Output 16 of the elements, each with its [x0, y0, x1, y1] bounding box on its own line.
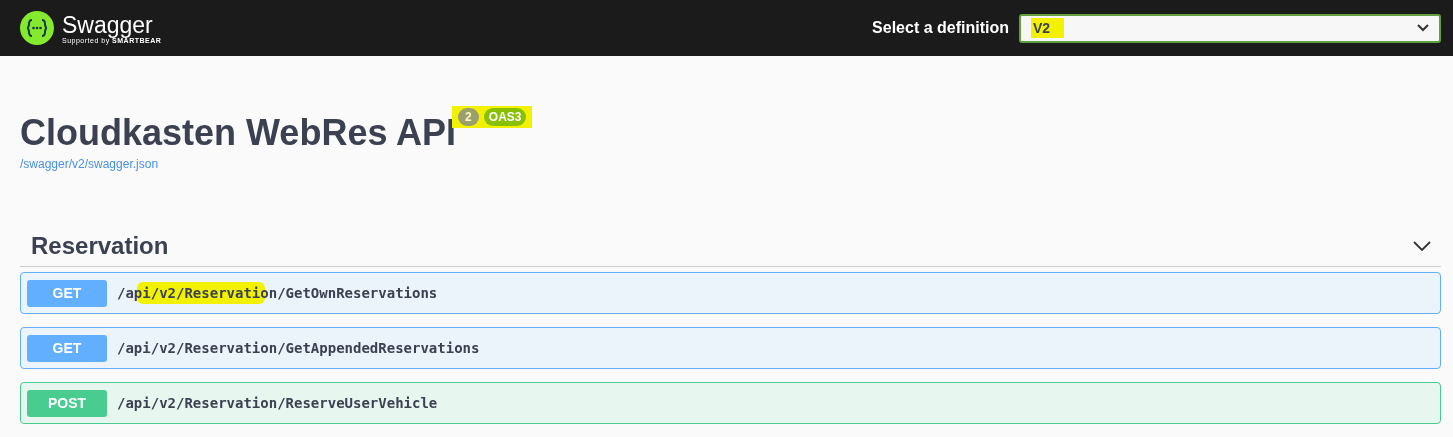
logo-name: Swagger — [62, 12, 154, 37]
operation-path: /api/v2/Reservation/ReserveUserVehicle — [117, 395, 438, 411]
version-badge: 2 — [458, 108, 479, 126]
chevron-down-icon — [1417, 24, 1429, 32]
definition-label: Select a definition — [872, 19, 1009, 37]
section-header[interactable]: Reservation — [20, 232, 1441, 267]
operation-row[interactable]: GET /api/v2/Reservation/GetAppendedReservations — [20, 327, 1441, 369]
api-title: Cloudkasten WebRes API — [20, 112, 457, 154]
method-badge: POST — [27, 389, 107, 417]
swagger-logo-icon — [20, 11, 54, 45]
definition-select[interactable]: V2 — [1019, 13, 1441, 43]
operation-row[interactable]: POST /api/v2/Reservation/ReserveUserVehicle — [20, 382, 1441, 424]
method-badge: GET — [27, 279, 107, 307]
operation-path: /api/v2/Reservation/GetAppendedReservations — [117, 340, 480, 356]
spec-badge: OAS3 — [483, 108, 527, 126]
method-badge: GET — [27, 334, 107, 362]
